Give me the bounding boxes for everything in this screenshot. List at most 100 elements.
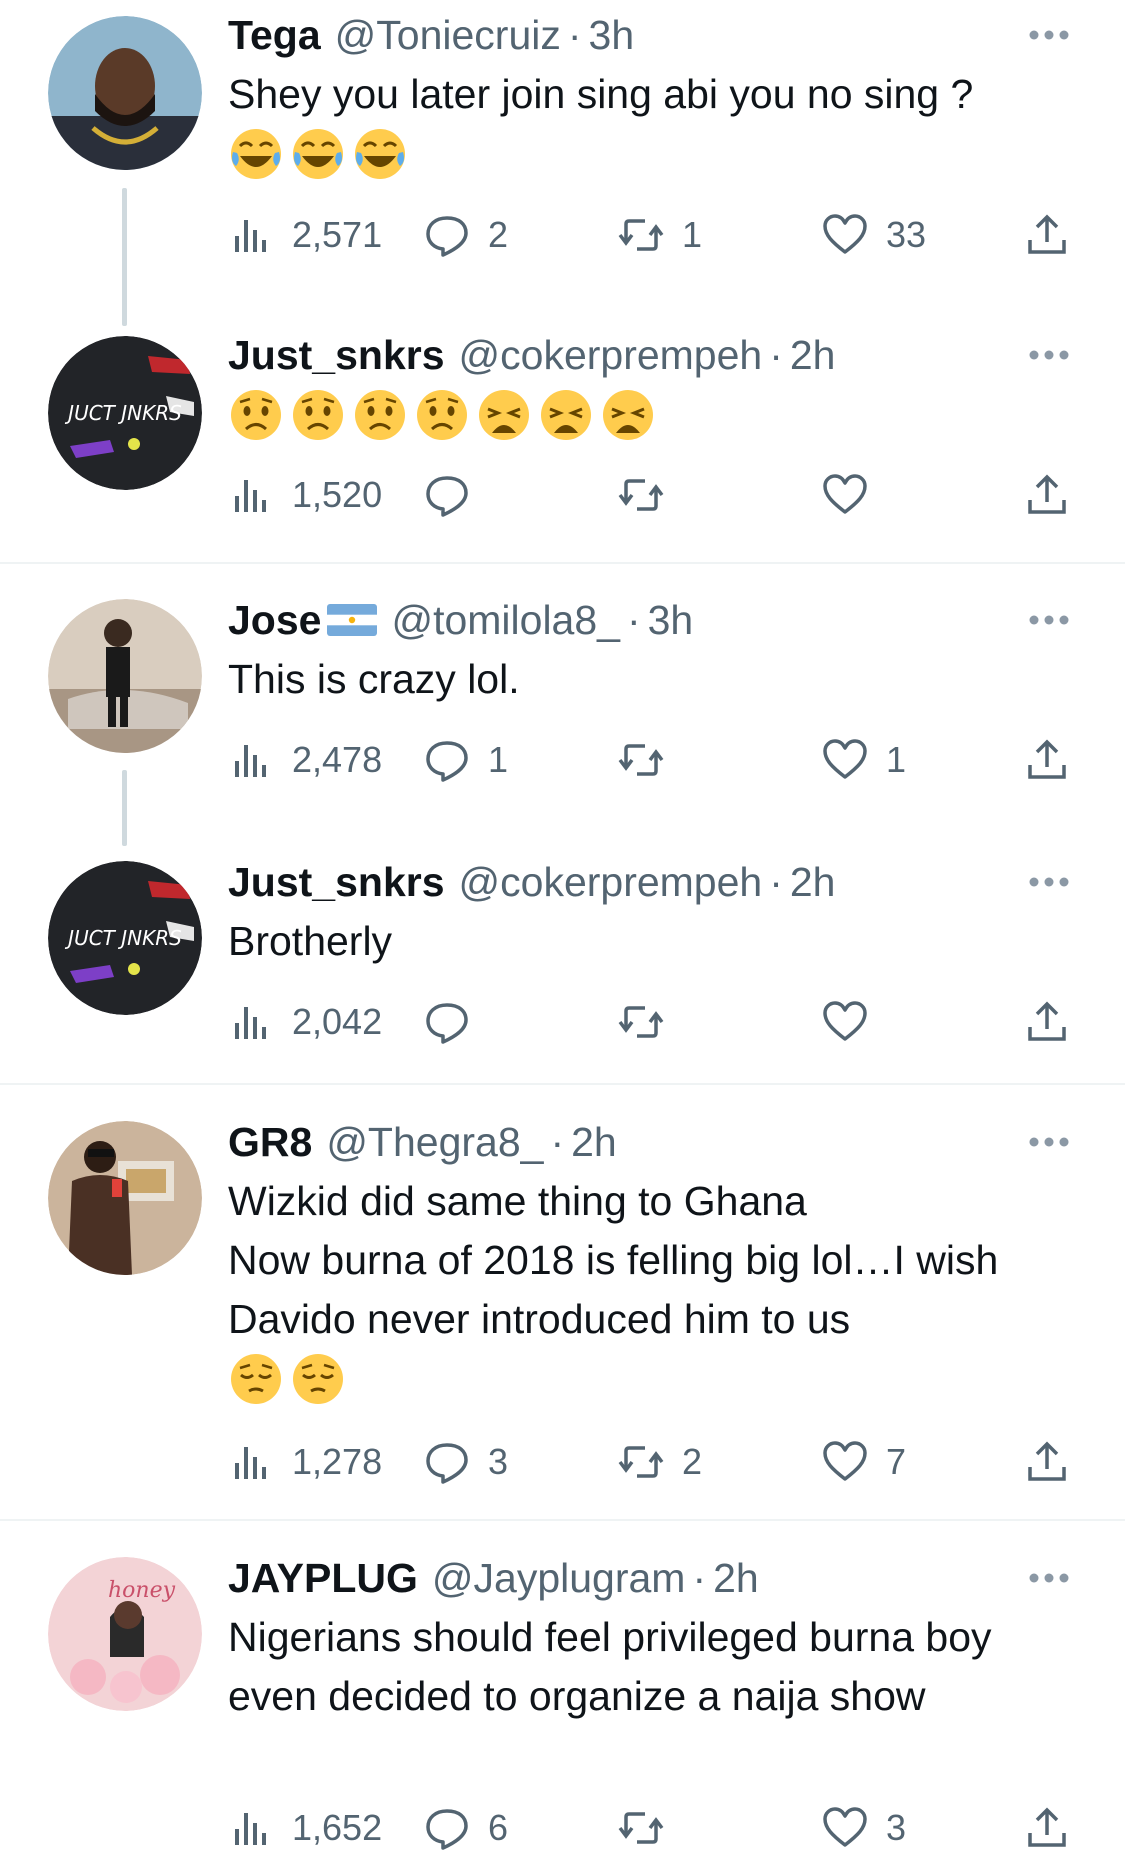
reply-button[interactable]: 3	[424, 1437, 508, 1487]
more-options-icon[interactable]	[1027, 875, 1071, 889]
reply-button[interactable]	[424, 997, 488, 1047]
share-button[interactable]	[1024, 210, 1070, 260]
timestamp[interactable]: 3h	[589, 10, 635, 60]
separator-dot: ·	[692, 1555, 707, 1601]
tweet-header: JAYPLUG @Jayplugram · 2h	[228, 1553, 759, 1603]
more-options-icon[interactable]	[1027, 1571, 1071, 1585]
avatar-logo-text: honey	[108, 1578, 176, 1603]
views-icon	[235, 480, 266, 512]
worried-face-icon	[417, 390, 467, 440]
like-button[interactable]: 3	[822, 1803, 906, 1853]
heart-icon	[823, 474, 867, 514]
emoji-row	[228, 1351, 1088, 1407]
timestamp[interactable]: 3h	[648, 595, 694, 645]
retweet-button[interactable]: 1	[618, 210, 702, 260]
reply-button[interactable]: 6	[424, 1803, 508, 1853]
views-icon	[235, 1447, 266, 1479]
timestamp[interactable]: 2h	[790, 857, 836, 907]
thread-line	[122, 770, 127, 846]
views-icon	[235, 745, 266, 777]
like-count: 1	[886, 739, 907, 780]
avatar[interactable]	[48, 1121, 202, 1275]
display-name[interactable]: Just_snkrs	[228, 330, 445, 380]
timestamp[interactable]: 2h	[790, 330, 836, 380]
tweet-text-line: This is crazy lol.	[228, 656, 520, 702]
reply-icon	[426, 741, 468, 782]
timestamp[interactable]: 2h	[713, 1553, 759, 1603]
avatar-logo-text: JUCT JNKRS	[64, 926, 182, 950]
reply-button[interactable]	[424, 470, 488, 520]
display-name[interactable]: Just_snkrs	[228, 857, 445, 907]
views-button[interactable]: 1,652	[228, 1803, 382, 1853]
retweet-button[interactable]	[618, 997, 682, 1047]
more-options-icon[interactable]	[1027, 1135, 1071, 1149]
views-button[interactable]: 1,520	[228, 470, 382, 520]
like-button[interactable]: 7	[822, 1437, 906, 1487]
like-button[interactable]: 1	[822, 735, 906, 785]
emoji-row	[228, 126, 1088, 182]
separator-dot: ·	[567, 12, 582, 58]
views-button[interactable]: 1,278	[228, 1437, 382, 1487]
views-button[interactable]: 2,571	[228, 210, 382, 260]
views-button[interactable]: 2,478	[228, 735, 382, 785]
tweet-text: Wizkid did same thing to Ghana Now burna…	[228, 1172, 1088, 1407]
retweet-icon	[618, 479, 664, 511]
tweet-actions: 1,652 6 3	[228, 1803, 1073, 1853]
face-with-tears-of-joy-icon	[355, 129, 405, 179]
divider	[0, 1519, 1125, 1521]
share-icon	[1028, 1001, 1066, 1041]
divider	[0, 562, 1125, 564]
worried-face-icon	[355, 390, 405, 440]
heart-icon	[823, 1441, 867, 1481]
worried-face-icon	[293, 390, 343, 440]
like-count: 33	[886, 214, 927, 255]
display-name[interactable]: GR8	[228, 1117, 312, 1167]
share-button[interactable]	[1024, 1803, 1070, 1853]
avatar[interactable]	[48, 16, 202, 170]
views-icon	[235, 1813, 266, 1845]
avatar[interactable]: JUCT JNKRS	[48, 336, 202, 490]
retweet-button[interactable]	[618, 735, 682, 785]
tweet-text: Shey you later join sing abi you no sing…	[228, 65, 1088, 182]
tweet-actions: 2,042	[228, 997, 1073, 1047]
share-button[interactable]	[1024, 470, 1070, 520]
argentina-flag-icon	[327, 604, 378, 636]
tweet-text-line: Brotherly	[228, 918, 393, 964]
reply-button[interactable]: 2	[424, 210, 508, 260]
more-options-icon[interactable]	[1027, 28, 1071, 42]
like-button[interactable]	[822, 997, 886, 1047]
avatar[interactable]: honey	[48, 1557, 202, 1711]
reply-icon	[426, 1003, 468, 1044]
share-button[interactable]	[1024, 997, 1070, 1047]
user-handle[interactable]: @cokerprempeh	[459, 857, 763, 907]
retweet-button[interactable]: 2	[618, 1437, 702, 1487]
display-name[interactable]: Jose	[228, 595, 321, 645]
tweet-text-line: Shey you later join sing abi you no sing…	[228, 71, 974, 117]
retweet-button[interactable]	[618, 1803, 682, 1853]
reply-icon	[426, 216, 468, 257]
display-name[interactable]: JAYPLUG	[228, 1553, 418, 1603]
tweet-text: This is crazy lol.	[228, 650, 1088, 709]
timestamp[interactable]: 2h	[571, 1117, 617, 1167]
heart-icon	[823, 1001, 867, 1041]
reply-button[interactable]: 1	[424, 735, 508, 785]
user-handle[interactable]: @tomilola8_	[391, 595, 620, 645]
like-button[interactable]	[822, 470, 886, 520]
face-with-tears-of-joy-icon	[231, 129, 281, 179]
display-name[interactable]: Tega	[228, 10, 321, 60]
user-handle[interactable]: @Jayplugram	[432, 1553, 686, 1603]
heart-icon	[823, 1807, 867, 1847]
share-button[interactable]	[1024, 1437, 1070, 1487]
views-button[interactable]: 2,042	[228, 997, 382, 1047]
user-handle[interactable]: @Toniecruiz	[335, 10, 561, 60]
retweet-button[interactable]	[618, 470, 682, 520]
more-options-icon[interactable]	[1027, 348, 1071, 362]
tweet-text-line: Wizkid did same thing to Ghana Now burna…	[228, 1178, 999, 1342]
share-button[interactable]	[1024, 735, 1070, 785]
avatar[interactable]	[48, 599, 202, 753]
like-button[interactable]: 33	[822, 210, 926, 260]
user-handle[interactable]: @cokerprempeh	[459, 330, 763, 380]
more-options-icon[interactable]	[1027, 613, 1071, 627]
avatar[interactable]: JUCT JNKRS	[48, 861, 202, 1015]
user-handle[interactable]: @Thegra8_	[326, 1117, 543, 1167]
